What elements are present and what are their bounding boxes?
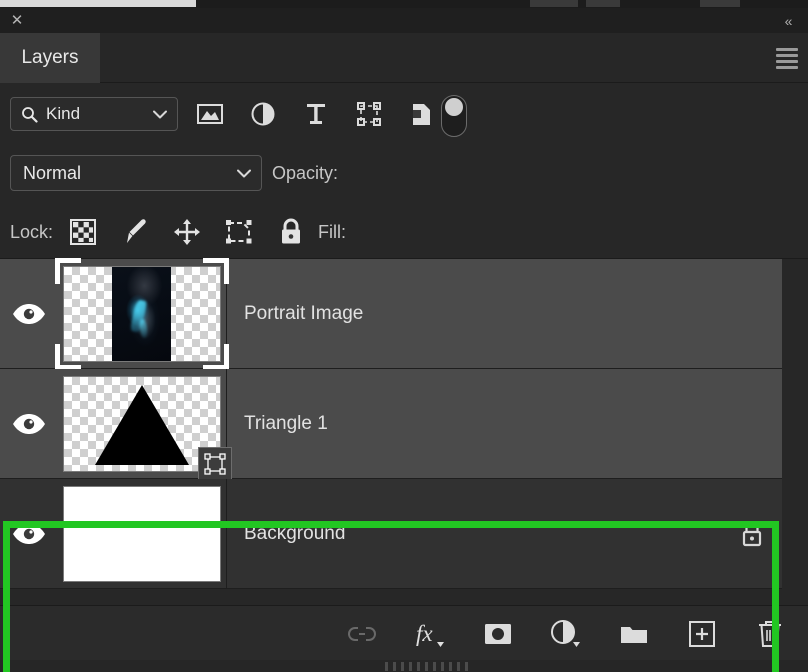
layer-name-label[interactable]: Portrait Image (227, 303, 722, 325)
adjustment-layer-button[interactable] (550, 618, 582, 650)
layer-mask-button[interactable] (482, 618, 514, 650)
blend-mode-select[interactable]: Normal (10, 155, 262, 191)
filter-smart-objects-icon[interactable] (408, 100, 436, 128)
top-strip-fragment-a (530, 0, 578, 7)
vector-shape-badge-icon (197, 446, 232, 481)
collapse-panel-icon[interactable]: « (776, 11, 800, 31)
filter-kind-select[interactable]: Kind (10, 97, 178, 131)
lock-artboard-nesting-icon[interactable] (224, 217, 254, 247)
chevron-down-icon (153, 110, 167, 119)
top-strip-fragment-b (586, 0, 620, 7)
search-icon (21, 106, 38, 123)
layer-style-button[interactable]: fx (414, 618, 446, 650)
table-row[interactable]: Triangle 1 (0, 369, 782, 481)
layers-footer-toolbar: fx (0, 605, 808, 660)
lock-transparent-pixels-icon[interactable] (68, 217, 98, 247)
layer-thumbnail (62, 485, 221, 582)
lock-label: Lock: (10, 222, 54, 242)
layer-thumbnail-cell[interactable] (54, 257, 229, 370)
lock-position-icon[interactable] (172, 217, 202, 247)
window-top-edge-strip (0, 0, 808, 8)
top-strip-fragment-c (700, 0, 740, 7)
blend-mode-label: Normal (23, 162, 82, 183)
chevron-down-icon (237, 169, 251, 178)
filter-kind-label: Kind (46, 104, 81, 123)
table-row[interactable]: Background (0, 479, 782, 589)
layers-panel: ✕ « Layers Kind Normal Opacity: Lock: Fi… (0, 0, 808, 672)
opacity-label: Opacity: (272, 163, 339, 183)
panel-titlebar: ✕ « (0, 8, 808, 33)
eye-icon (12, 523, 45, 544)
new-group-button[interactable] (618, 618, 650, 650)
close-icon[interactable]: ✕ (7, 11, 27, 31)
lock-row: Lock: Fill: (0, 201, 808, 451)
layer-thumbnail (54, 257, 229, 370)
layer-name-label[interactable]: Background (227, 523, 722, 545)
eye-icon (12, 413, 45, 434)
layer-name-label[interactable]: Triangle 1 (227, 413, 722, 435)
layer-thumbnail (62, 375, 232, 481)
fill-label: Fill: (318, 222, 346, 242)
delete-layer-button[interactable] (754, 618, 786, 650)
tab-layers[interactable]: Layers (0, 33, 100, 83)
footer-button-group: fx (346, 606, 786, 661)
new-layer-button[interactable] (686, 618, 718, 650)
layer-visibility-toggle[interactable] (0, 259, 57, 368)
layer-filter-row: Kind (0, 83, 808, 145)
table-row[interactable]: Portrait Image (0, 257, 782, 370)
filter-enable-toggle[interactable] (441, 95, 467, 137)
layer-visibility-toggle[interactable] (0, 479, 57, 588)
link-layers-button[interactable] (346, 618, 378, 650)
filter-type-icons (196, 91, 436, 137)
portrait-thumbnail-art (111, 266, 172, 361)
top-strip-light-fragment (0, 0, 196, 7)
filter-adjustment-layers-icon[interactable] (249, 100, 277, 128)
layer-thumbnail-cell[interactable] (57, 369, 232, 481)
panel-tabbar: Layers (0, 33, 808, 83)
svg-text:fx: fx (416, 621, 433, 646)
layer-visibility-toggle[interactable] (0, 369, 57, 478)
eye-icon (12, 303, 45, 324)
triangle-thumbnail-art (94, 384, 189, 465)
filter-shape-layers-icon[interactable] (355, 100, 383, 128)
toggle-knob (445, 98, 463, 116)
filter-type-layers-icon[interactable] (302, 100, 330, 128)
panel-resize-grip[interactable] (385, 662, 473, 671)
lock-icon-group (68, 215, 306, 249)
hamburger-menu-icon[interactable] (774, 45, 800, 71)
layer-thumbnail-cell[interactable] (57, 479, 227, 588)
background-lock-icon[interactable] (722, 520, 782, 548)
lock-all-icon[interactable] (276, 217, 306, 247)
layers-list: Portrait Image Triangle 1 Background (0, 257, 808, 672)
blend-mode-row: Normal Opacity: 100% (0, 145, 808, 339)
filter-pixel-layers-icon[interactable] (196, 100, 224, 128)
lock-image-pixels-icon[interactable] (120, 217, 150, 247)
